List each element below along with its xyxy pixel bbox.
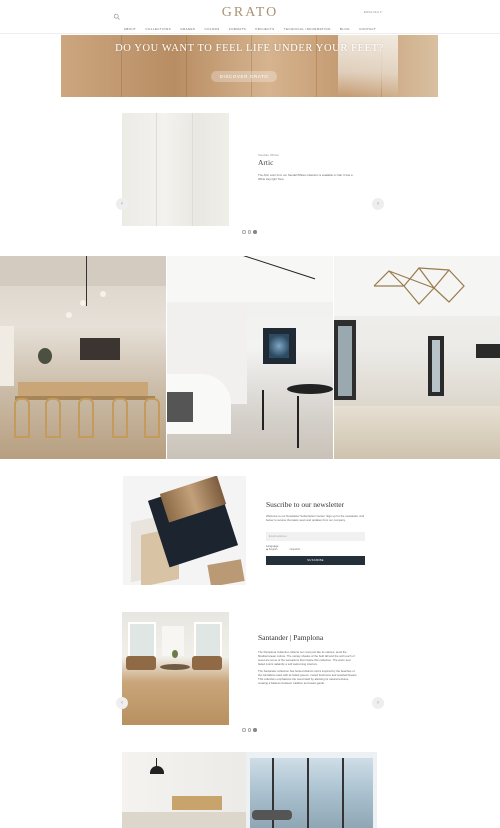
chevron-left-icon[interactable]: ‹ xyxy=(116,198,128,210)
radio-espanol[interactable]: ○ Español xyxy=(288,548,305,551)
gallery-image-living-room xyxy=(334,256,500,459)
product-image xyxy=(122,113,229,226)
nav-projects[interactable]: PROJECTS xyxy=(255,27,274,31)
gallery-image-kitchen xyxy=(167,256,333,459)
nav-formats[interactable]: FORMATS xyxy=(229,27,246,31)
nav-colors[interactable]: COLORS xyxy=(205,27,220,31)
product-description: The Artic color from our Sandal Whites c… xyxy=(258,173,353,181)
chevron-right-icon[interactable]: › xyxy=(372,697,384,709)
carousel-dot-active[interactable] xyxy=(253,230,257,234)
hero-banner: DO YOU WANT TO FEEL LIFE UNDER YOUR FEET… xyxy=(61,35,438,97)
chevron-left-icon[interactable]: ‹ xyxy=(116,697,128,709)
chevron-right-icon[interactable]: › xyxy=(372,198,384,210)
collection-paragraph-2: The Santander collection has hosted dist… xyxy=(258,669,358,685)
radio-english[interactable]: ◉ English xyxy=(266,548,283,551)
nav-contact[interactable]: CONTACT xyxy=(359,27,376,31)
newsletter-image xyxy=(123,476,246,585)
collection-carousel-dots xyxy=(241,728,258,732)
project-image xyxy=(122,752,377,828)
collection-title: Santander | Pamplona xyxy=(258,633,324,642)
radio-espanol-label: Español xyxy=(290,548,300,551)
nav-collections[interactable]: COLLECTIONS xyxy=(145,27,171,31)
product-carousel-dots xyxy=(241,230,258,234)
collection-paragraph-1: The Pamplona Collection reflects our roo… xyxy=(258,650,355,666)
newsletter-title: Suscribe to our newsletter xyxy=(266,500,345,509)
page: GRATO ENGLISH ▾ ABOUT COLLECTIONS GRADES… xyxy=(0,0,500,828)
language-selector[interactable]: ENGLISH ▾ xyxy=(364,10,382,14)
carousel-dot[interactable] xyxy=(247,728,251,732)
nav-about[interactable]: ABOUT xyxy=(124,27,136,31)
product-series: Sandalo Whites xyxy=(258,153,280,157)
newsletter-email-input[interactable]: Email address xyxy=(266,532,365,541)
nav-blog[interactable]: BLOG xyxy=(340,27,350,31)
gallery-image-dining xyxy=(0,256,166,459)
nav-technical-information[interactable]: TECHNICAL INFORMATION xyxy=(284,27,331,31)
language-selector-label: ENGLISH xyxy=(363,10,380,14)
main-nav: ABOUT COLLECTIONS GRADES COLORS FORMATS … xyxy=(0,27,500,31)
radio-english-label: English xyxy=(268,548,278,551)
newsletter-language-options: ◉ English ○ Español xyxy=(266,548,310,551)
subscribe-button[interactable]: SUSCRIBE xyxy=(266,556,365,565)
discover-button[interactable]: DISCOVER GRATO xyxy=(211,71,277,82)
site-header: GRATO ENGLISH ▾ ABOUT COLLECTIONS GRADES… xyxy=(0,0,500,34)
nav-grades[interactable]: GRADES xyxy=(180,27,195,31)
hero-headline: DO YOU WANT TO FEEL LIFE UNDER YOUR FEET… xyxy=(115,43,384,54)
collection-description: The Pamplona Collection reflects our roo… xyxy=(258,650,358,688)
carousel-dot[interactable] xyxy=(247,230,251,234)
collection-image xyxy=(122,612,229,725)
newsletter-description: Welcome to our Newsletter Subscription C… xyxy=(266,514,365,522)
site-logo[interactable]: GRATO xyxy=(0,5,500,21)
product-name: Artic xyxy=(258,158,274,167)
carousel-dot[interactable] xyxy=(242,728,246,732)
carousel-dot-active[interactable] xyxy=(253,728,257,732)
carousel-dot[interactable] xyxy=(242,230,246,234)
